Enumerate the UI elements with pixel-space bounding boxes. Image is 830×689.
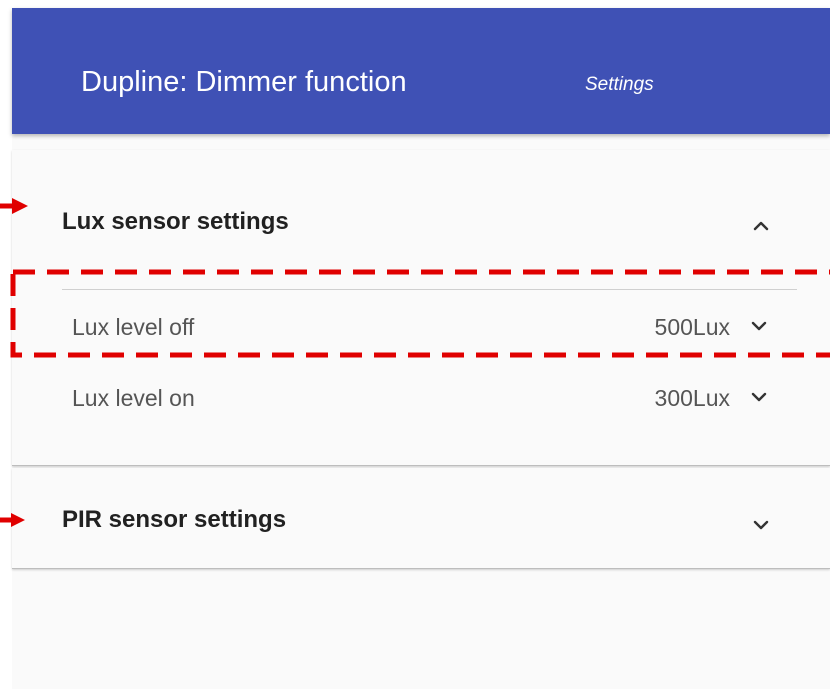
setting-row-lux-level-off[interactable]: Lux level off 500Lux [62, 305, 792, 349]
page-subtitle: Settings [585, 74, 654, 95]
page: Dupline: Dimmer function Settings Lux se… [0, 0, 830, 689]
panel-divider [62, 289, 797, 290]
setting-row-lux-level-on[interactable]: Lux level on 300Lux [62, 376, 792, 420]
panel-pir-sensor-settings: PIR sensor settings [12, 468, 830, 569]
chevron-up-icon[interactable] [748, 212, 774, 238]
panel-lux-sensor-settings: Lux sensor settings Lux level off 500Lux… [12, 150, 830, 466]
chevron-down-icon[interactable] [748, 512, 774, 538]
page-title: Dupline: Dimmer function [81, 66, 407, 98]
chevron-down-icon[interactable] [747, 314, 771, 338]
chevron-down-icon[interactable] [747, 385, 771, 409]
app-header: Dupline: Dimmer function Settings [12, 8, 830, 134]
setting-label: Lux level on [72, 385, 195, 411]
setting-value[interactable]: 500Lux [655, 313, 730, 341]
app-window: Dupline: Dimmer function Settings Lux se… [12, 8, 830, 689]
panel-title-pir-sensor[interactable]: PIR sensor settings [62, 505, 286, 535]
panel-title-lux-sensor[interactable]: Lux sensor settings [62, 207, 289, 237]
setting-value[interactable]: 300Lux [655, 384, 730, 412]
setting-label: Lux level off [72, 314, 195, 340]
